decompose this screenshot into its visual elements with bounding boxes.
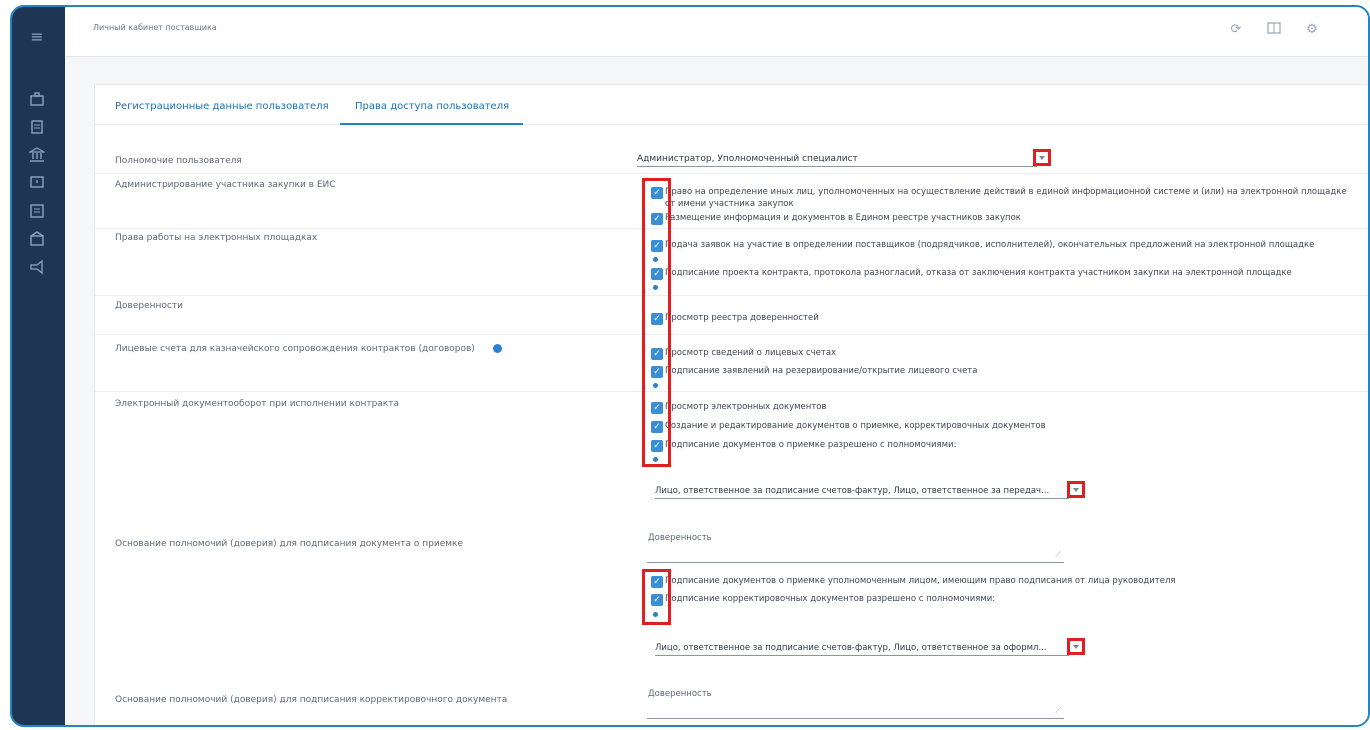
info-icon[interactable] (493, 344, 502, 353)
divider (95, 228, 1368, 229)
list-icon[interactable] (26, 203, 48, 223)
highlight-frame (642, 178, 671, 467)
permission-label: Подписание корректировочных документов р… (665, 594, 996, 604)
resize-handle-icon[interactable]: ⟋ (1055, 706, 1061, 716)
top-bar: Личный кабинет поставщика ⟳ ⚙ (65, 7, 1368, 57)
permission-label: Просмотр электронных документов (665, 402, 827, 412)
authority-label: Полномочие пользователя (115, 156, 242, 166)
signer-dropdown-button-2[interactable] (1067, 638, 1085, 655)
app-title: Личный кабинет поставщика (93, 23, 217, 32)
divider (95, 173, 1368, 174)
main-content: Регистрационные данные пользователя Прав… (94, 84, 1368, 725)
menu-icon[interactable]: ≡ (26, 27, 48, 47)
permission-label: Подписание заявлений на резервирование/о… (665, 366, 978, 376)
chevron-down-icon (1073, 645, 1079, 649)
authority-dropdown-button[interactable] (1033, 149, 1051, 166)
chevron-down-icon (1073, 488, 1079, 492)
bank-icon[interactable] (26, 147, 48, 167)
app-window: ≡ Личный кабинет поставщика ⟳ ⚙ Регистра… (10, 5, 1370, 727)
basis-correction-label: Основание полномочий (доверия) для подпи… (115, 695, 508, 705)
section-label-edo: Электронный документооборот при исполнен… (115, 399, 399, 409)
section-label-e-platforms: Права работы на электронных площадках (115, 233, 318, 243)
permission-label-continued: от имени участника закупок (665, 199, 794, 209)
message-icon[interactable] (26, 175, 48, 195)
mail-icon[interactable] (26, 231, 48, 251)
book-icon[interactable] (1265, 21, 1283, 39)
basis-acceptance-label: Основание полномочий (доверия) для подпи… (115, 539, 464, 549)
chevron-down-icon (1039, 156, 1045, 160)
tab-registration-data[interactable]: Регистрационные данные пользователя (115, 101, 329, 112)
permission-label: Просмотр сведений о лицевых счетах (665, 348, 837, 358)
section-label-power-of-attorney: Доверенности (115, 301, 183, 311)
tab-access-rights[interactable]: Права доступа пользователя (355, 101, 509, 112)
divider (95, 334, 1368, 335)
basis-acceptance-textarea[interactable]: Доверенность ⟋ (647, 533, 1064, 563)
permission-label: Подписание документов о приемке уполномо… (665, 576, 1176, 586)
signer-select-2[interactable]: Лицо, ответственное за подписание счетов… (655, 640, 1069, 656)
tab-bar: Регистрационные данные пользователя Прав… (95, 85, 1368, 125)
permission-label: Создание и редактирование документов о п… (665, 421, 1046, 431)
active-tab-indicator (340, 123, 523, 125)
permission-label: Подписание документов о приемке разрешен… (665, 440, 957, 450)
signer-select-1[interactable]: Лицо, ответственное за подписание счетов… (655, 483, 1069, 499)
resize-handle-icon[interactable]: ⟋ (1055, 550, 1061, 560)
briefcase-icon[interactable] (26, 91, 48, 111)
settings-icon[interactable]: ⚙ (1303, 21, 1321, 39)
permission-label: Подача заявок на участие в определении п… (665, 240, 1315, 250)
megaphone-icon[interactable] (26, 259, 48, 279)
signer-dropdown-button-1[interactable] (1067, 481, 1085, 498)
permission-label: Размещение информация и документов в Еди… (665, 213, 1021, 223)
permission-label: Право на определение иных лиц, уполномоч… (665, 187, 1347, 197)
document-icon[interactable] (26, 119, 48, 139)
section-label-eis-admin: Администрирование участника закупки в ЕИ… (115, 180, 336, 190)
section-label-personal-accounts: Лицевые счета для казначейского сопровож… (115, 344, 475, 354)
basis-correction-textarea[interactable]: Доверенность ⟋ (647, 689, 1064, 719)
divider (95, 391, 1368, 392)
authority-select[interactable]: Администратор, Уполномоченный специалист (637, 151, 1037, 167)
basis-acceptance-placeholder: Доверенность (648, 533, 712, 543)
basis-correction-placeholder: Доверенность (648, 689, 712, 699)
highlight-frame (642, 569, 671, 625)
permission-label: Просмотр реестра доверенностей (665, 313, 819, 323)
divider (95, 295, 1368, 296)
refresh-icon[interactable]: ⟳ (1227, 21, 1245, 39)
permission-label: Подписание проекта контракта, протокола … (665, 268, 1292, 278)
sidebar: ≡ (12, 7, 65, 725)
